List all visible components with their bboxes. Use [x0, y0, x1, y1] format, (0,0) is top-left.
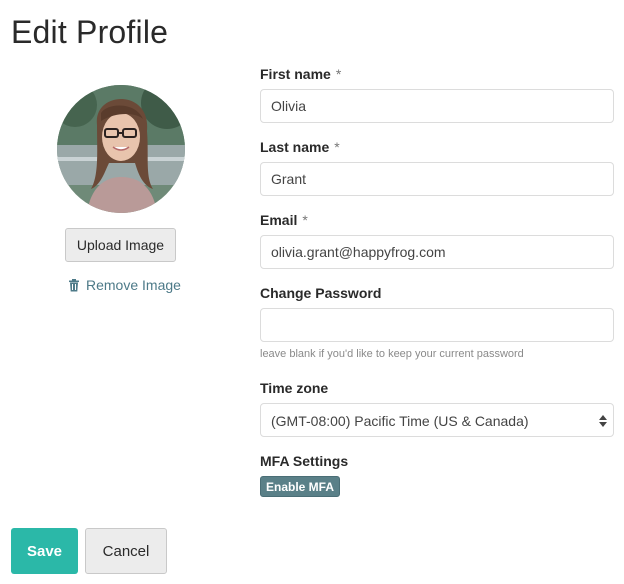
required-mark: *	[334, 139, 340, 155]
email-input[interactable]	[260, 235, 614, 269]
cancel-button[interactable]: Cancel	[85, 528, 167, 574]
first-name-label: First name *	[260, 66, 341, 82]
change-password-label: Change Password	[260, 285, 382, 301]
email-label: Email *	[260, 212, 308, 228]
remove-image-link[interactable]: Remove Image	[68, 277, 181, 293]
email-label-text: Email	[260, 212, 298, 228]
remove-image-label: Remove Image	[86, 277, 181, 293]
change-password-input[interactable]	[260, 308, 614, 342]
upload-image-button[interactable]: Upload Image	[65, 228, 176, 262]
trash-icon	[69, 278, 79, 291]
mfa-settings-label: MFA Settings	[260, 453, 349, 469]
first-name-input[interactable]	[260, 89, 614, 123]
time-zone-selected-value: (GMT-08:00) Pacific Time (US & Canada)	[271, 413, 529, 429]
avatar	[57, 85, 185, 213]
time-zone-select[interactable]: (GMT-08:00) Pacific Time (US & Canada)	[260, 403, 614, 437]
password-hint: leave blank if you'd like to keep your c…	[260, 348, 524, 360]
time-zone-label: Time zone	[260, 380, 329, 396]
last-name-input[interactable]	[260, 162, 614, 196]
avatar-photo	[57, 85, 185, 213]
first-name-label-text: First name	[260, 66, 331, 82]
last-name-label-text: Last name	[260, 139, 330, 155]
select-arrows-icon	[599, 415, 607, 427]
required-mark: *	[302, 212, 308, 228]
page-title: Edit Profile	[11, 14, 169, 50]
required-mark: *	[335, 66, 342, 82]
last-name-label: Last name *	[260, 139, 340, 155]
enable-mfa-button[interactable]: Enable MFA	[260, 476, 341, 497]
save-button[interactable]: Save	[11, 528, 78, 574]
